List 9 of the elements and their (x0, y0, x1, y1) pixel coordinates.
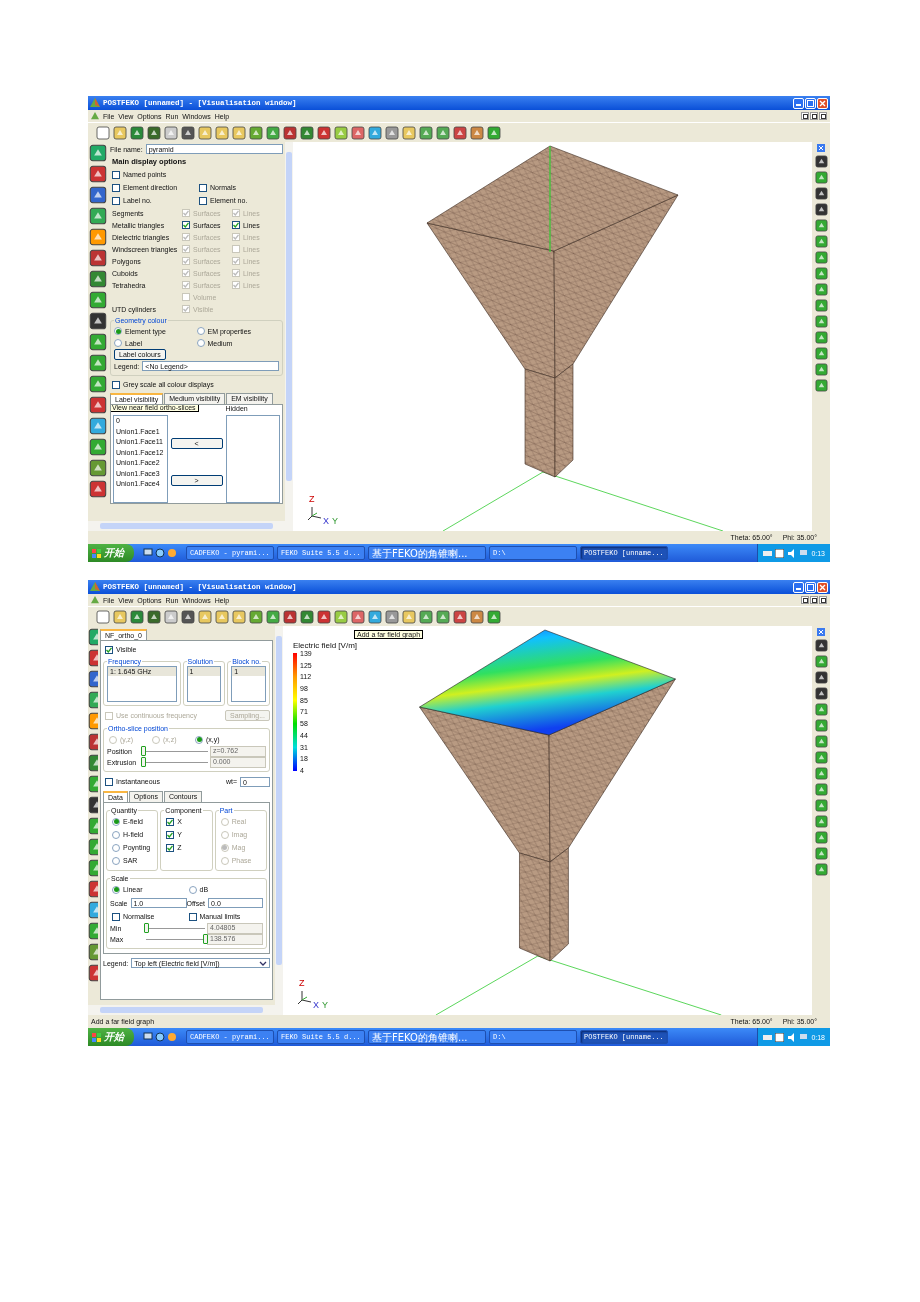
axis-label: Z (299, 979, 305, 988)
axis-label: X (313, 1001, 319, 1010)
axis-label: Y (322, 1001, 328, 1010)
legend-title: Electric field [V/m] (293, 641, 357, 650)
axis-label: Y (332, 517, 338, 526)
taskbar-button[interactable]: 基于FEKO的角锥喇... (368, 1030, 486, 1044)
taskbar-button[interactable]: 基于FEKO的角锥喇... (368, 546, 486, 560)
axis-label: Z (309, 495, 315, 504)
axis-label: X (323, 517, 329, 526)
